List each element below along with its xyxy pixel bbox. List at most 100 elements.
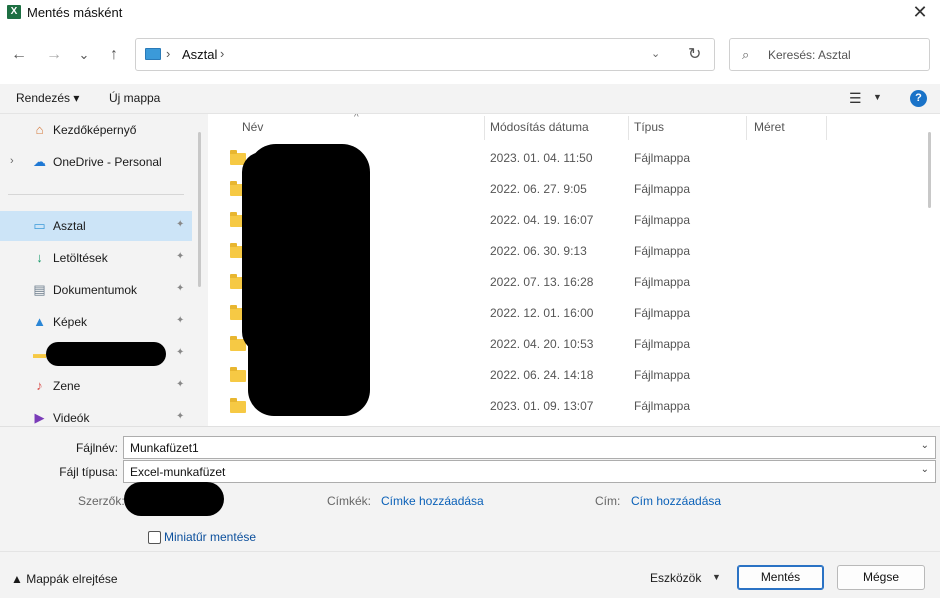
column-header-name[interactable]: Név: [242, 114, 263, 140]
excel-app-icon: X: [7, 5, 21, 19]
video-icon: ▶: [34, 410, 45, 425]
home-icon: ⌂: [35, 122, 44, 137]
save-button[interactable]: Mentés: [737, 565, 824, 590]
search-input[interactable]: ⌕ Keresés: Asztal: [729, 38, 930, 71]
sort-indicator-icon: ^: [354, 114, 359, 123]
cell-type: Fájlmappa: [634, 368, 691, 382]
cell-modified: 2022. 04. 20. 10:53: [490, 337, 594, 351]
forward-arrow-icon[interactable]: →: [43, 44, 65, 66]
command-toolbar: Rendezés ▾ Új mappa ☰ ▼ ?: [0, 84, 940, 114]
recent-locations-chevron-icon[interactable]: ⌄: [73, 44, 95, 66]
cell-type: Fájlmappa: [634, 399, 691, 413]
search-icon: ⌕: [742, 47, 750, 62]
view-options-icon[interactable]: ☰: [849, 90, 862, 107]
sidebar-item-pictures[interactable]: ▲ Képek ✦: [0, 307, 192, 337]
filename-field[interactable]: Munkafüzet1 ⌄: [123, 436, 936, 459]
address-dropdown-chevron-icon[interactable]: ⌄: [651, 47, 660, 60]
sidebar-item-downloads[interactable]: ↓ Letöltések ✦: [0, 243, 192, 273]
column-divider[interactable]: [628, 116, 629, 140]
cancel-button[interactable]: Mégse: [837, 565, 925, 590]
folder-icon: [230, 367, 246, 382]
view-dropdown-caret-icon[interactable]: ▼: [873, 92, 882, 102]
sidebar-item-home[interactable]: ⌂ Kezdőképernyő: [0, 115, 192, 145]
cell-type: Fájlmappa: [634, 244, 691, 258]
cell-modified: 2022. 07. 13. 16:28: [490, 275, 594, 289]
breadcrumb-separator-icon[interactable]: ›: [220, 46, 224, 61]
expand-chevron-icon[interactable]: ›: [10, 155, 14, 167]
help-icon[interactable]: ?: [910, 90, 927, 107]
sidebar-scrollbar[interactable]: [198, 132, 201, 287]
download-icon: ↓: [36, 250, 43, 265]
column-divider[interactable]: [746, 116, 747, 140]
breadcrumb-current[interactable]: Asztal: [182, 47, 217, 62]
chevron-down-icon[interactable]: ⌄: [921, 464, 929, 475]
redaction-mark: [46, 342, 166, 366]
sidebar-item-onedrive[interactable]: › ☁ OneDrive - Personal: [0, 147, 192, 177]
refresh-icon[interactable]: ↻: [688, 44, 701, 64]
pin-icon: ✦: [176, 379, 185, 390]
close-icon[interactable]: ✕: [910, 2, 930, 22]
filetype-value: Excel-munkafüzet: [130, 465, 226, 479]
breadcrumb-separator-icon[interactable]: ›: [166, 46, 170, 61]
pin-icon: ✦: [176, 347, 185, 358]
column-divider[interactable]: [826, 116, 827, 140]
filetype-select[interactable]: Excel-munkafüzet ⌄: [123, 460, 936, 483]
back-arrow-icon[interactable]: ←: [8, 44, 30, 66]
redaction-mark: [124, 482, 224, 516]
pin-icon: ✦: [176, 315, 185, 326]
column-header-size[interactable]: Méret: [754, 114, 785, 140]
cell-modified: 2022. 12. 01. 16:00: [490, 306, 594, 320]
sidebar-item-redacted-folder[interactable]: ▬ ✦: [0, 339, 192, 369]
cloud-icon: ☁: [33, 154, 46, 169]
file-list-scrollbar[interactable]: [928, 132, 931, 208]
hide-folders-toggle[interactable]: ▲ Mappák elrejtése: [11, 572, 118, 586]
new-folder-button[interactable]: Új mappa: [109, 91, 160, 105]
save-thumbnail-label[interactable]: Miniatűr mentése: [164, 530, 256, 544]
tools-dropdown-caret-icon[interactable]: ▼: [712, 572, 721, 582]
save-thumbnail-checkbox[interactable]: [148, 531, 161, 544]
chevron-down-icon[interactable]: ⌄: [921, 440, 929, 451]
desktop-icon: [145, 48, 161, 60]
sidebar-item-label: Videók: [53, 411, 90, 425]
folder-icon: [230, 398, 246, 413]
add-tag-link[interactable]: Címke hozzáadása: [381, 494, 484, 508]
sidebar-item-label: Zene: [53, 379, 81, 393]
address-bar[interactable]: › Asztal › ⌄ ↻: [135, 38, 715, 71]
cell-type: Fájlmappa: [634, 337, 691, 351]
sidebar-item-label: Dokumentumok: [53, 283, 138, 297]
title-bar: X Mentés másként ✕: [0, 0, 940, 26]
cell-modified: 2022. 04. 19. 16:07: [490, 213, 594, 227]
tools-menu-button[interactable]: Eszközök: [650, 571, 701, 585]
sidebar-item-label: OneDrive - Personal: [53, 155, 162, 169]
pin-icon: ✦: [176, 283, 185, 294]
cell-type: Fájlmappa: [634, 306, 691, 320]
navigation-pane: ⌂ Kezdőképernyő › ☁ OneDrive - Personal …: [0, 114, 208, 426]
column-header-modified[interactable]: Módosítás dátuma: [490, 114, 589, 140]
sidebar-divider: [8, 194, 184, 195]
column-header-type[interactable]: Típus: [634, 114, 664, 140]
dialog-footer: ▲ Mappák elrejtése Eszközök ▼ Mentés Még…: [0, 551, 940, 598]
tags-label: Címkék:: [327, 494, 372, 508]
pin-icon: ✦: [176, 411, 185, 422]
filename-label: Fájlnév:: [75, 441, 118, 455]
cell-type: Fájlmappa: [634, 213, 691, 227]
file-list: ^ Név Módosítás dátuma Típus Méret 2023.…: [208, 114, 940, 426]
sidebar-item-label: Képek: [53, 315, 88, 329]
sidebar-item-desktop[interactable]: ▭ Asztal ✦: [0, 211, 192, 241]
cell-modified: 2022. 06. 30. 9:13: [490, 244, 587, 258]
sidebar-item-documents[interactable]: ▤ Dokumentumok ✦: [0, 275, 192, 305]
cell-type: Fájlmappa: [634, 182, 691, 196]
add-title-link[interactable]: Cím hozzáadása: [631, 494, 721, 508]
organize-button[interactable]: Rendezés ▾: [16, 91, 79, 105]
up-arrow-icon[interactable]: ↑: [103, 44, 125, 66]
column-divider[interactable]: [484, 116, 485, 140]
sidebar-item-music[interactable]: ♪ Zene ✦: [0, 371, 192, 401]
cell-modified: 2022. 06. 27. 9:05: [490, 182, 587, 196]
sidebar-item-label: Letöltések: [53, 251, 108, 265]
filename-value: Munkafüzet1: [130, 441, 199, 455]
redaction-mark: [242, 152, 282, 352]
navigation-bar: ← → ⌄ ↑ › Asztal › ⌄ ↻ ⌕ Keresés: Asztal: [0, 26, 940, 84]
cell-type: Fájlmappa: [634, 275, 691, 289]
sidebar-item-label: Kezdőképernyő: [53, 123, 137, 137]
sidebar-item-videos[interactable]: ▶ Videók ✦: [0, 403, 192, 426]
